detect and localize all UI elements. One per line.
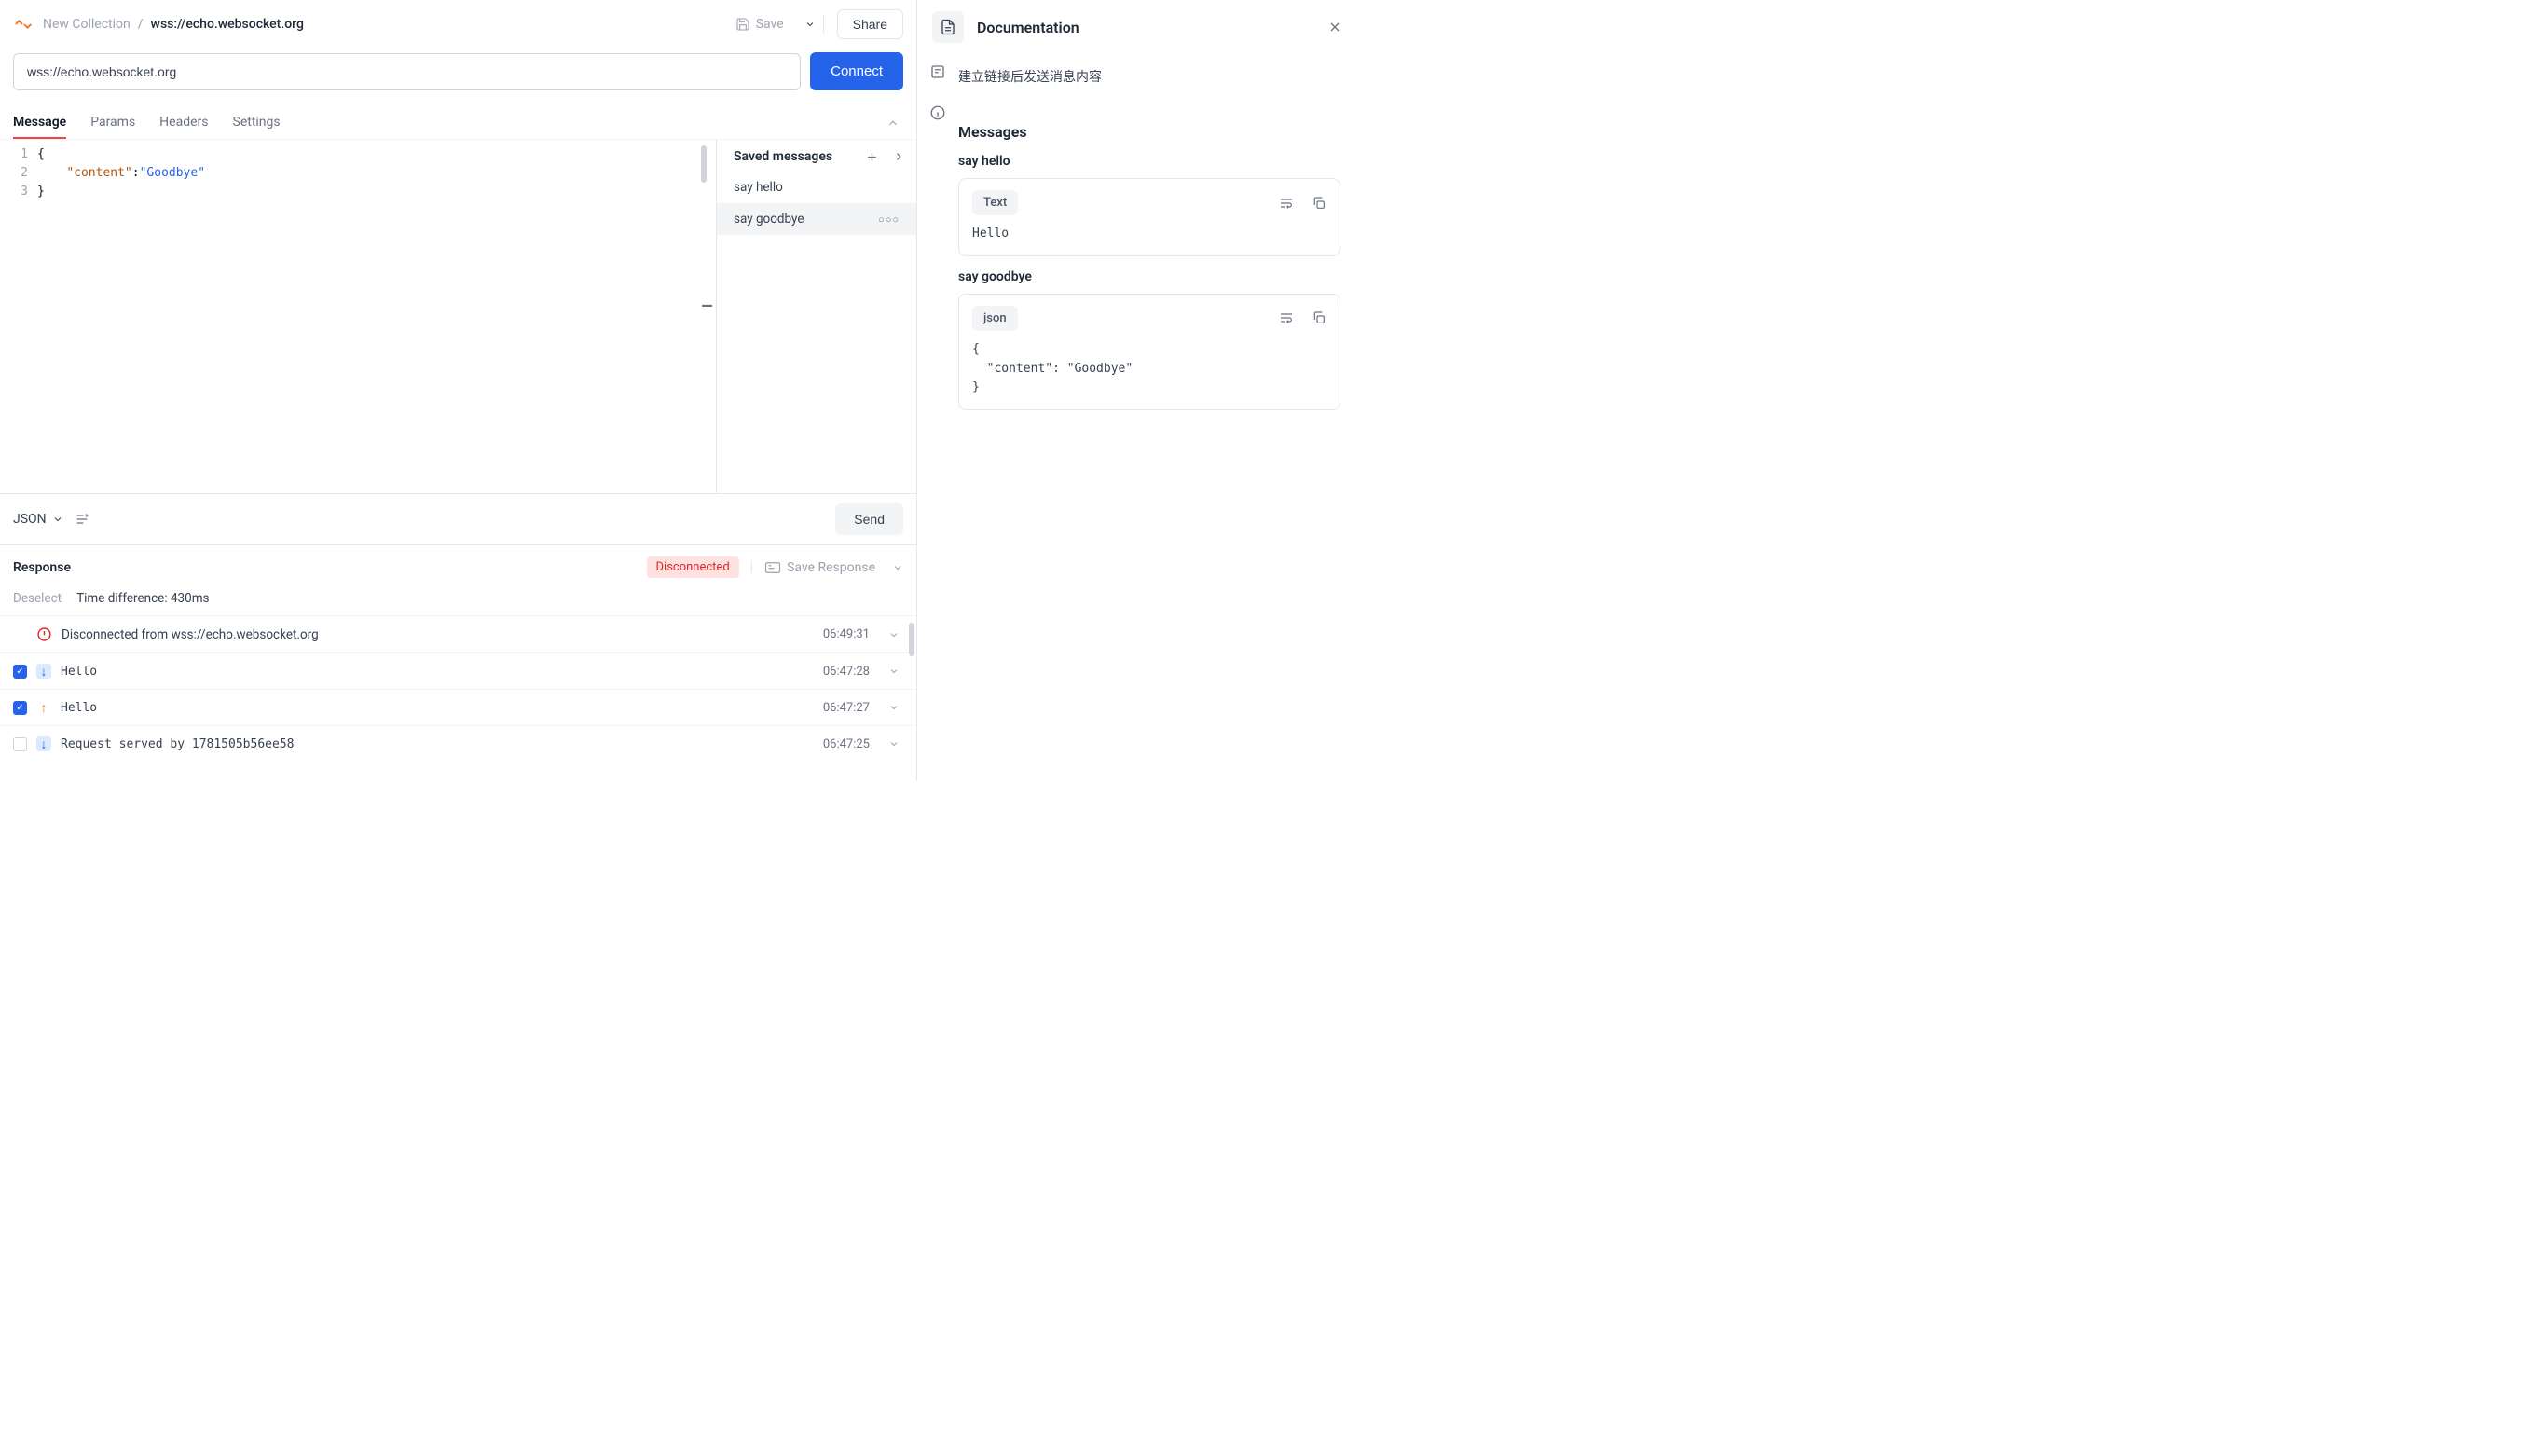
- save-caret-icon[interactable]: [797, 15, 824, 34]
- checkbox[interactable]: ✓: [13, 665, 27, 679]
- documentation-header: Documentation: [917, 0, 1357, 54]
- tab-settings[interactable]: Settings: [233, 107, 281, 139]
- log-time: 06:47:27: [823, 701, 870, 715]
- main-panel: New Collection / wss://echo.websocket.or…: [0, 0, 917, 781]
- alert-icon: [36, 626, 52, 642]
- beautify-icon[interactable]: [75, 512, 89, 527]
- message-block-title: say hello: [958, 154, 1340, 169]
- arrow-down-icon: ↓: [36, 736, 51, 751]
- log-text: Disconnected from wss://echo.websocket.o…: [62, 627, 814, 642]
- close-icon[interactable]: [1327, 20, 1342, 34]
- saved-message-item[interactable]: say goodbye ○○○: [717, 203, 916, 235]
- chevron-down-icon[interactable]: [885, 629, 903, 640]
- documentation-title: Documentation: [977, 19, 1314, 36]
- chevron-right-icon[interactable]: [892, 150, 905, 164]
- documentation-description: 建立链接后发送消息内容: [958, 63, 1340, 86]
- message-body: Hello: [972, 225, 1326, 244]
- documentation-panel: Documentation 建立链接后发送消息内容 Messages say h…: [917, 0, 1357, 781]
- checkbox[interactable]: ✓: [13, 701, 27, 715]
- editor-row: 1 2 3 { "content":"Goodbye" } — Saved me…: [0, 140, 916, 494]
- log-time: 06:47:25: [823, 737, 870, 751]
- save-icon: [735, 17, 750, 32]
- message-body: { "content": "Goodbye" }: [972, 340, 1326, 398]
- chevron-down-icon: [52, 514, 63, 525]
- log-row[interactable]: ✓ ↓ Hello 06:47:28: [0, 652, 916, 689]
- breadcrumb: New Collection / wss://echo.websocket.or…: [43, 17, 304, 32]
- status-badge: Disconnected: [647, 556, 739, 578]
- arrow-up-icon: ↑: [36, 700, 51, 715]
- arrow-down-icon: ↓: [36, 664, 51, 679]
- response-section: Response Disconnected | Save Response De…: [0, 544, 916, 781]
- response-title: Response: [13, 560, 71, 575]
- add-message-icon[interactable]: [865, 150, 879, 164]
- tab-headers[interactable]: Headers: [159, 107, 208, 139]
- saved-messages-title: Saved messages: [734, 149, 865, 164]
- message-block-title: say goodbye: [958, 269, 1340, 284]
- log-text: Hello: [61, 701, 814, 715]
- more-icon[interactable]: ○○○: [878, 213, 900, 226]
- type-pill: json: [972, 306, 1018, 331]
- saved-message-item[interactable]: say hello: [717, 172, 916, 203]
- chevron-down-icon[interactable]: [885, 738, 903, 749]
- chevron-down-icon[interactable]: [885, 702, 903, 713]
- save-response-button[interactable]: Save Response: [764, 560, 875, 575]
- url-row: Connect: [0, 52, 916, 107]
- info-icon[interactable]: [929, 104, 946, 121]
- documentation-content: 建立链接后发送消息内容 Messages say hello Text Hell…: [958, 54, 1357, 423]
- chevron-down-icon[interactable]: [885, 666, 903, 677]
- type-pill: Text: [972, 190, 1018, 215]
- messages-heading: Messages: [958, 123, 1340, 141]
- deselect-button[interactable]: Deselect: [13, 591, 62, 606]
- log-time: 06:49:31: [823, 627, 870, 641]
- response-header: Response Disconnected | Save Response: [0, 545, 916, 585]
- note-icon[interactable]: [929, 63, 946, 80]
- header-bar: New Collection / wss://echo.websocket.or…: [0, 0, 916, 52]
- copy-icon[interactable]: [1312, 196, 1326, 211]
- code-content[interactable]: { "content":"Goodbye" }: [37, 145, 716, 493]
- chevron-down-icon[interactable]: [886, 562, 903, 573]
- editor-footer: JSON Send: [0, 494, 916, 544]
- log-time: 06:47:28: [823, 665, 870, 679]
- document-icon: [932, 11, 964, 43]
- documentation-rail: [917, 54, 958, 423]
- share-button[interactable]: Share: [837, 9, 903, 39]
- collapse-icon[interactable]: [883, 113, 903, 133]
- log-text: Hello: [61, 665, 814, 679]
- saved-messages-header: Saved messages: [717, 140, 916, 172]
- log-row[interactable]: ✓ ↑ Hello 06:47:27: [0, 689, 916, 725]
- send-button[interactable]: Send: [835, 503, 903, 535]
- websocket-icon: [13, 14, 34, 34]
- editor-scrollbar[interactable]: [701, 145, 707, 183]
- checkbox[interactable]: [13, 737, 27, 751]
- connect-button[interactable]: Connect: [810, 52, 903, 90]
- breadcrumb-current: wss://echo.websocket.org: [151, 17, 304, 32]
- message-card: json { "content": "Goodbye" }: [958, 294, 1340, 410]
- wrap-icon[interactable]: [1278, 196, 1295, 211]
- log-text: Request served by 1781505b56ee58: [61, 737, 814, 751]
- message-card: Text Hello: [958, 178, 1340, 256]
- log-scrollbar[interactable]: [909, 623, 914, 656]
- tab-params[interactable]: Params: [90, 107, 135, 139]
- breadcrumb-separator: /: [138, 17, 144, 32]
- wrap-icon[interactable]: [1278, 310, 1295, 325]
- url-input[interactable]: [13, 53, 801, 90]
- line-gutter: 1 2 3: [0, 145, 37, 493]
- resize-handle[interactable]: —: [696, 295, 716, 315]
- save-button[interactable]: Save: [732, 11, 788, 37]
- tabs-row: Message Params Headers Settings: [0, 107, 916, 140]
- format-select[interactable]: JSON: [13, 512, 63, 527]
- breadcrumb-parent[interactable]: New Collection: [43, 17, 131, 32]
- log-list: Disconnected from wss://echo.websocket.o…: [0, 615, 916, 781]
- log-row[interactable]: ↓ Request served by 1781505b56ee58 06:47…: [0, 725, 916, 762]
- save-response-icon: [764, 561, 781, 574]
- saved-messages-panel: Saved messages say hello say goodbye ○○○: [716, 140, 916, 493]
- documentation-body: 建立链接后发送消息内容 Messages say hello Text Hell…: [917, 54, 1357, 423]
- code-editor[interactable]: 1 2 3 { "content":"Goodbye" } —: [0, 140, 716, 493]
- copy-icon[interactable]: [1312, 310, 1326, 325]
- log-row[interactable]: Disconnected from wss://echo.websocket.o…: [0, 615, 916, 652]
- tab-message[interactable]: Message: [13, 107, 66, 139]
- filter-row: Deselect Time difference: 430ms: [0, 585, 916, 615]
- time-difference: Time difference: 430ms: [76, 591, 209, 606]
